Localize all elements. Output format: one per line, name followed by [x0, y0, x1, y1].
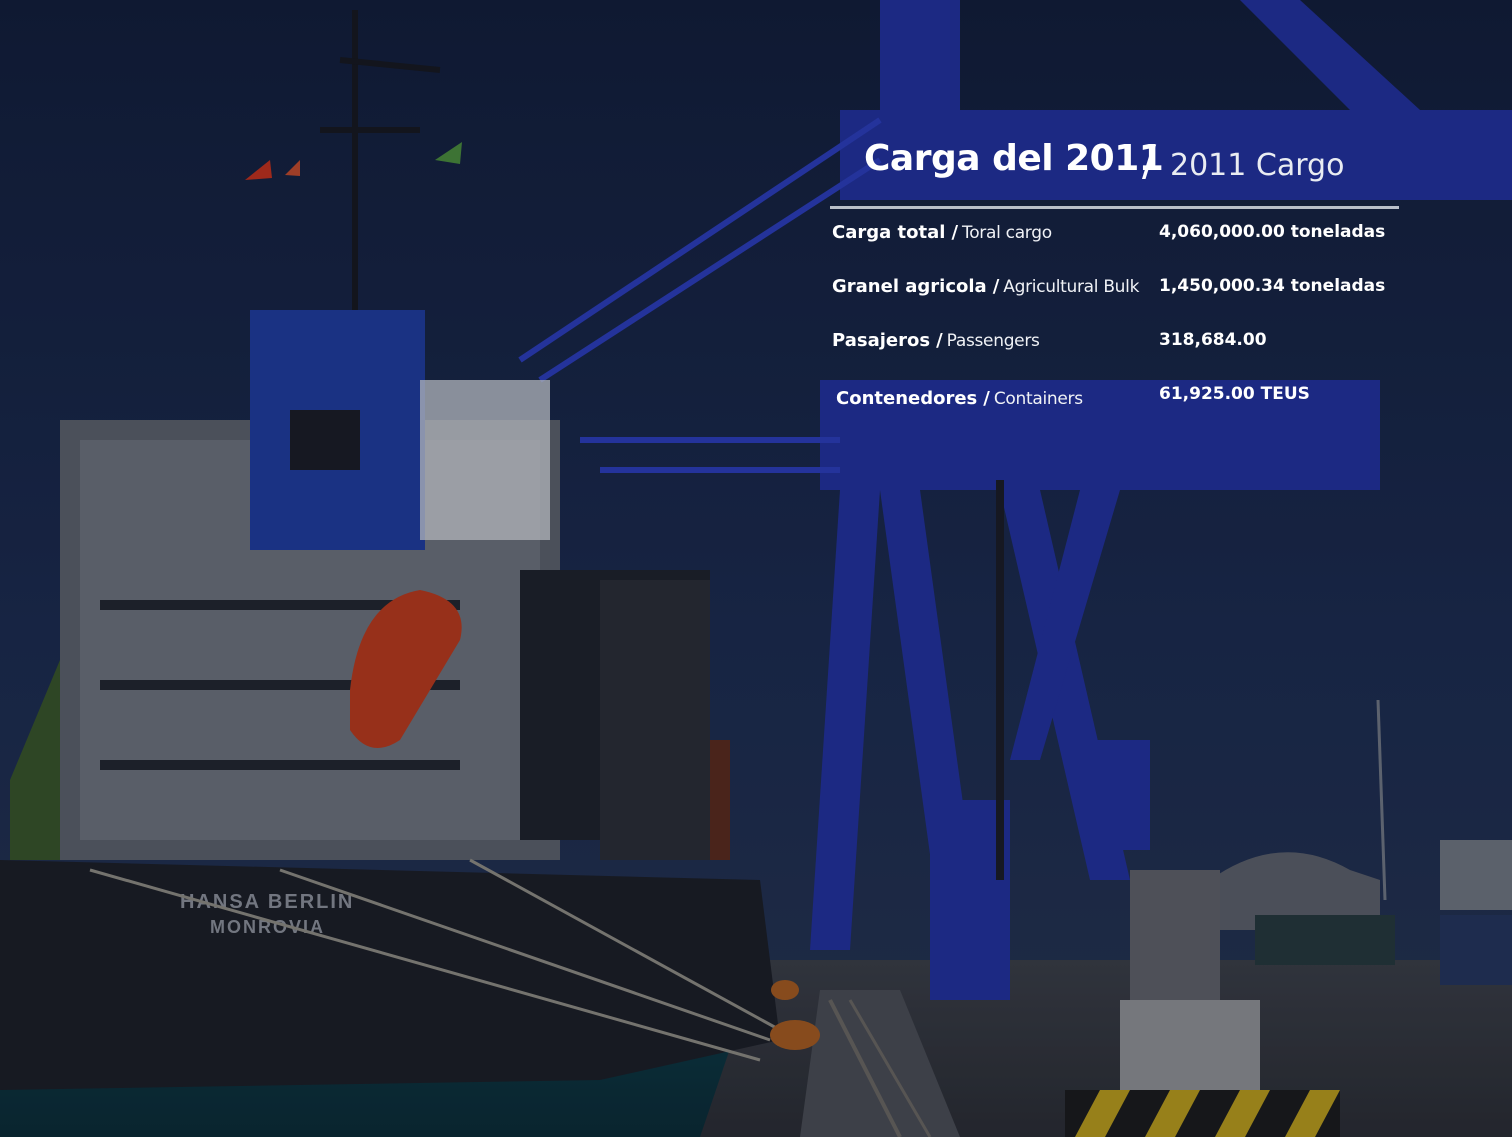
stat-label-spanish: Pasajeros [832, 330, 931, 351]
stat-value: 1,450,000.34 toneladas [1159, 276, 1386, 296]
stat-label-spanish: Carga total [832, 222, 946, 243]
slide: HANSA BERLIN MONROVIA Carga del 2011 / 2… [0, 0, 1512, 1137]
stat-label-separator: / [936, 330, 943, 351]
stat-label: Contenedores / Containers [836, 388, 1083, 409]
stat-label-spanish: Granel agricola [832, 276, 987, 297]
stat-label-english: Containers [993, 389, 1083, 409]
stat-label-english: Toral cargo [962, 223, 1052, 243]
stat-label-separator: / [983, 388, 990, 409]
stat-label-spanish: Contenedores [836, 388, 978, 409]
title-english: 2011 Cargo [1170, 148, 1345, 183]
stat-value: 4,060,000.00 toneladas [1159, 222, 1386, 242]
stat-value: 61,925.00 TEUS [1159, 384, 1310, 404]
page-title: Carga del 2011 / 2011 Cargo [830, 136, 1400, 200]
stat-label-separator: / [992, 276, 1000, 297]
cargo-panel: Carga del 2011 / 2011 Cargo Carga total /… [830, 136, 1400, 409]
stat-value: 318,684.00 [1159, 330, 1267, 350]
title-separator: / [1142, 136, 1157, 185]
title-divider [830, 206, 1399, 209]
title-spanish: Carga del 2011 [864, 138, 1164, 179]
stat-row-containers: Contenedores / Containers 61,925.00 TEUS [830, 384, 1400, 418]
stat-label: Carga total / Toral cargo [832, 222, 1052, 243]
stat-row-total-cargo: Carga total / Toral cargo 4,060,000.00 ton… [830, 222, 1400, 252]
stat-label: Granel agricola / Agricultural Bulk [832, 276, 1139, 297]
stat-row-passengers: Pasajeros / Passengers 318,684.00 [830, 330, 1400, 360]
stat-label-english: Passengers [946, 331, 1040, 351]
stat-row-agricultural-bulk: Granel agricola / Agricultural Bulk 1,450,… [830, 276, 1400, 306]
stat-label: Pasajeros / Passengers [832, 330, 1040, 351]
stat-label-english: Agricultural Bulk [1003, 277, 1140, 297]
stat-label-separator: / [951, 222, 959, 243]
